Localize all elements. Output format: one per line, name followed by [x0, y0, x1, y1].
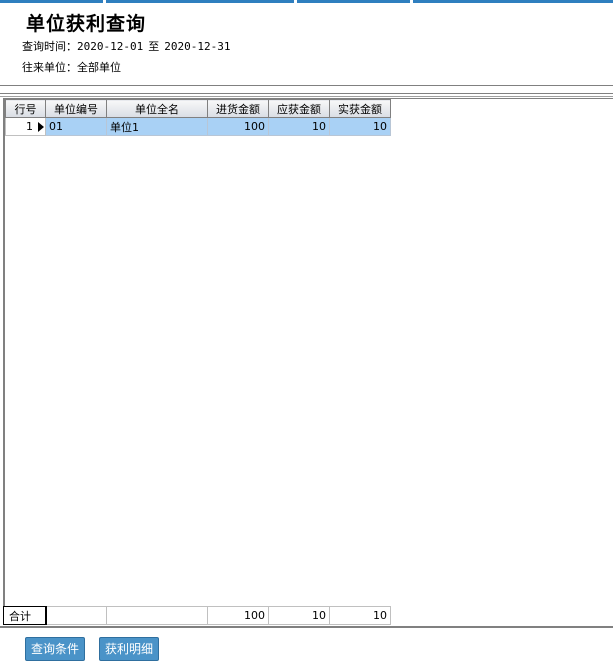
- col-header-row-no[interactable]: 行号: [5, 99, 46, 118]
- total-unit-name-empty: [106, 606, 208, 625]
- cell-unit-code[interactable]: 01: [45, 117, 107, 136]
- total-label: 合计: [3, 606, 47, 625]
- query-time-label: 查询时间：: [22, 40, 77, 53]
- totals-row-table: 合计 100 10 10: [3, 606, 391, 625]
- col-header-unit-code[interactable]: 单位编号: [45, 99, 107, 118]
- cell-receivable-amount[interactable]: 10: [268, 117, 330, 136]
- grid-divider-top: [0, 93, 613, 94]
- totals-row: 合计 100 10 10: [3, 606, 391, 625]
- col-header-unit-name[interactable]: 单位全名: [106, 99, 208, 118]
- cell-purchase-amount[interactable]: 100: [207, 117, 269, 136]
- total-unit-code-empty: [45, 606, 107, 625]
- total-purchase-amount: 100: [207, 606, 269, 625]
- table-header-row: 行号 单位编号 单位全名 进货金额 应获金额 实获金额: [5, 99, 391, 118]
- report-header: 单位获利查询 查询时间：2020-12-01 至 2020-12-31 往来单位：全…: [0, 3, 613, 85]
- col-header-receivable-amount[interactable]: 应获金额: [268, 99, 330, 118]
- grid-divider-bottom: [0, 96, 613, 97]
- row-number: 1: [26, 120, 33, 133]
- footer-divider: [0, 626, 613, 628]
- results-grid-area[interactable]: 行号 单位编号 单位全名 进货金额 应获金额 实获金额 1 01 单位1 100…: [3, 98, 613, 625]
- current-row-pointer-icon: [38, 122, 44, 132]
- query-conditions-button[interactable]: 查询条件: [25, 637, 85, 661]
- table-row[interactable]: 1 01 单位1 100 10 10: [5, 117, 391, 136]
- header-divider: [0, 85, 613, 86]
- cell-actual-amount[interactable]: 10: [329, 117, 391, 136]
- total-receivable-amount: 10: [268, 606, 330, 625]
- total-actual-amount: 10: [329, 606, 391, 625]
- page-title: 单位获利查询: [26, 13, 147, 35]
- partner-label: 往来单位：: [22, 61, 77, 74]
- row-number-cell[interactable]: 1: [5, 117, 46, 136]
- profit-detail-button[interactable]: 获利明细: [99, 637, 159, 661]
- partner-value: 全部单位: [77, 61, 121, 74]
- partner-line: 往来单位：全部单位: [22, 59, 121, 75]
- col-header-purchase-amount[interactable]: 进货金额: [207, 99, 269, 118]
- date-range-separator: 至: [148, 40, 160, 53]
- cell-unit-name[interactable]: 单位1: [106, 117, 208, 136]
- col-header-actual-amount[interactable]: 实获金额: [329, 99, 391, 118]
- date-to: 2020-12-31: [164, 40, 231, 53]
- results-table: 行号 单位编号 单位全名 进货金额 应获金额 实获金额 1 01 单位1 100…: [5, 99, 391, 136]
- date-from: 2020-12-01: [77, 40, 144, 53]
- query-time-line: 查询时间：2020-12-01 至 2020-12-31: [22, 38, 230, 54]
